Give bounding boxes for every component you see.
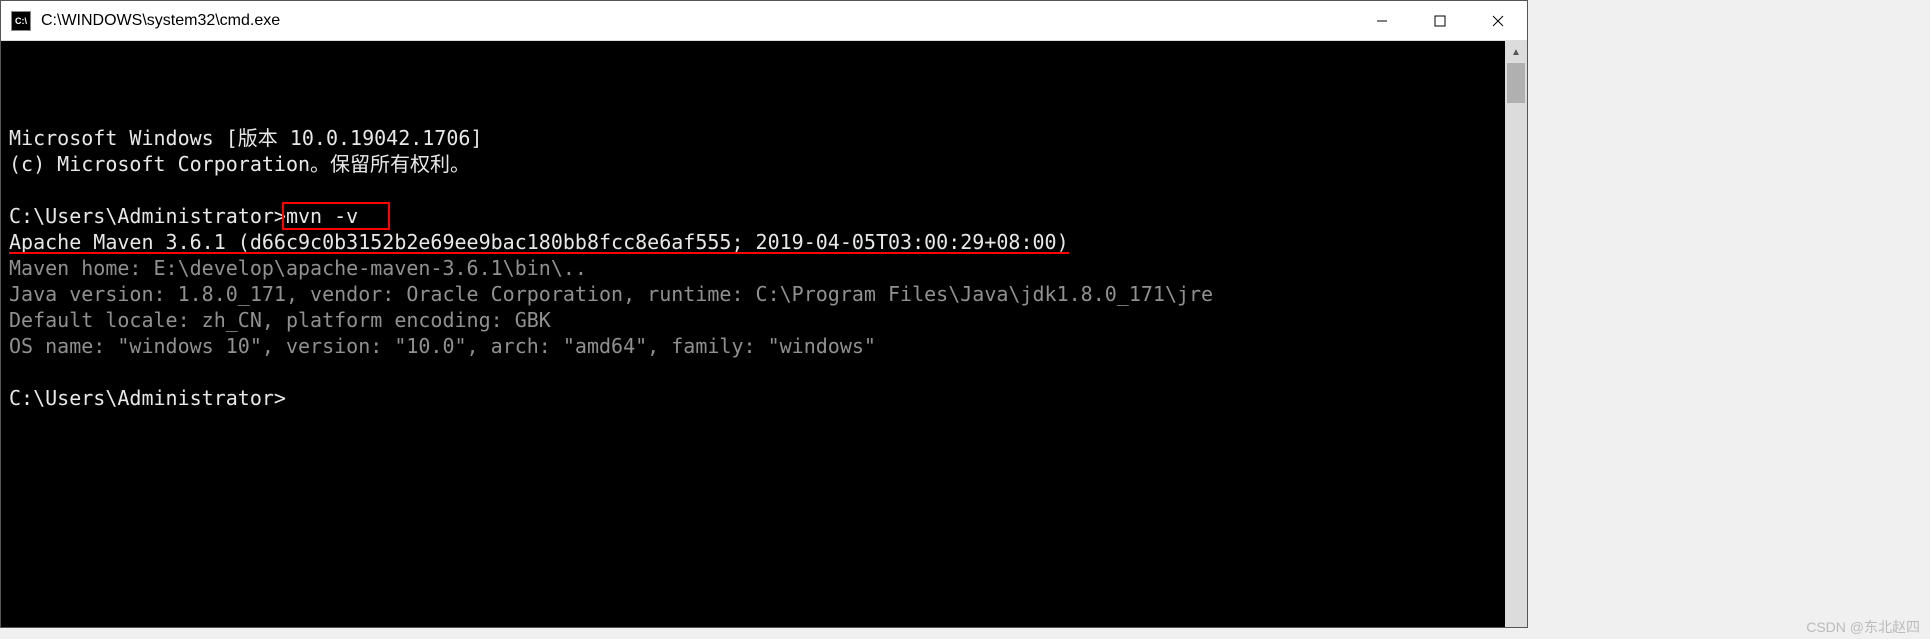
maximize-icon [1434, 15, 1446, 27]
close-button[interactable] [1469, 1, 1527, 40]
minimize-icon [1376, 15, 1388, 27]
scroll-up-arrow[interactable]: ▲ [1505, 41, 1527, 63]
cmd-window: C:\ C:\WINDOWS\system32\cmd.exe Microsof… [0, 0, 1528, 628]
minimize-button[interactable] [1353, 1, 1411, 40]
maven-version-line: Apache Maven 3.6.1 (d66c9c0b3152b2e69ee9… [9, 230, 1069, 254]
terminal-area[interactable]: Microsoft Windows [版本 10.0.19042.1706] (… [1, 41, 1527, 627]
window-title: C:\WINDOWS\system32\cmd.exe [41, 12, 1353, 30]
command-text: mvn -v [286, 204, 358, 228]
maximize-button[interactable] [1411, 1, 1469, 40]
prompt: C:\Users\Administrator> [9, 386, 286, 410]
window-controls [1353, 1, 1527, 40]
scroll-thumb[interactable] [1507, 63, 1525, 103]
prompt: C:\Users\Administrator> [9, 204, 286, 228]
output-line: Java version: 1.8.0_171, vendor: Oracle … [9, 282, 1213, 306]
output-line: Microsoft Windows [版本 10.0.19042.1706] [9, 126, 482, 150]
output-line: Maven home: E:\develop\apache-maven-3.6.… [9, 256, 587, 280]
output-line: OS name: "windows 10", version: "10.0", … [9, 334, 876, 358]
output-line: (c) Microsoft Corporation。保留所有权利。 [9, 152, 470, 176]
cmd-icon: C:\ [11, 11, 31, 31]
output-line: Default locale: zh_CN, platform encoding… [9, 308, 551, 332]
close-icon [1492, 15, 1504, 27]
terminal-content: Microsoft Windows [版本 10.0.19042.1706] (… [9, 99, 1519, 437]
csdn-watermark: CSDN @东北赵四 [1806, 617, 1920, 637]
titlebar[interactable]: C:\ C:\WINDOWS\system32\cmd.exe [1, 1, 1527, 41]
vertical-scrollbar[interactable]: ▲ [1505, 41, 1527, 627]
